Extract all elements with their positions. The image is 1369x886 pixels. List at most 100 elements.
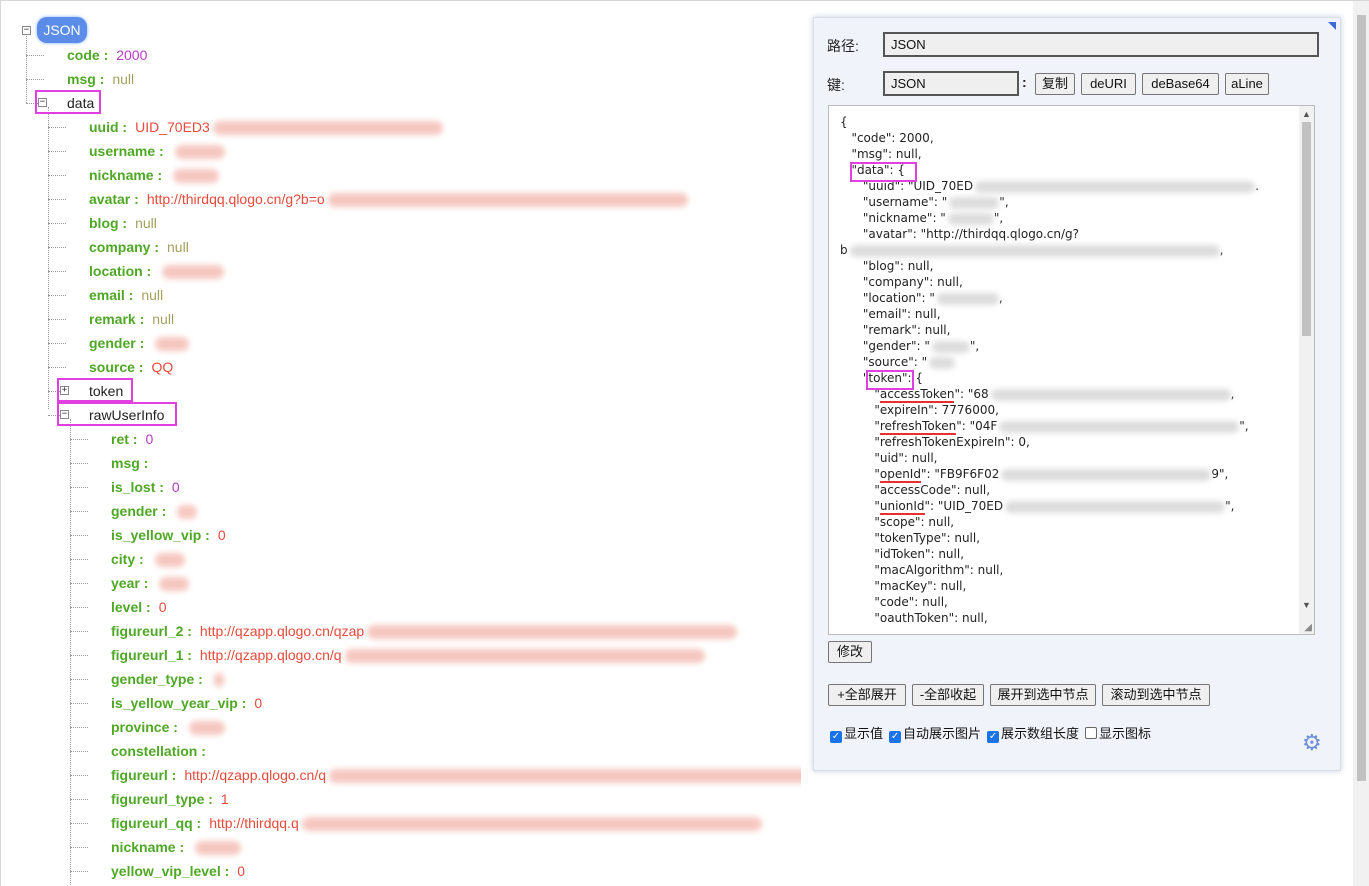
- tree-row[interactable]: is_yellow_year_vip : 0: [111, 692, 262, 714]
- tree-guide-line: [70, 463, 88, 464]
- checkbox-label: 显示图标: [1099, 726, 1152, 741]
- tree-row[interactable]: is_lost : 0: [111, 476, 180, 498]
- redacted-value: [327, 193, 688, 208]
- page-scrollbar[interactable]: [1353, 1, 1369, 886]
- key-field[interactable]: JSON: [883, 71, 1019, 96]
- copy-button[interactable]: 复制: [1035, 73, 1075, 95]
- tree-key: figureurl_2 :: [111, 623, 192, 639]
- tree-guide-line: [48, 319, 66, 320]
- tree-row[interactable]: avatar : http://thirdqq.qlogo.cn/g?b=o: [89, 188, 688, 210]
- tree-row[interactable]: nickname :: [111, 836, 242, 858]
- root-collapse-toggle[interactable]: −: [22, 26, 31, 35]
- tree-row[interactable]: province :: [111, 716, 225, 738]
- tree-row[interactable]: remark : null: [89, 308, 174, 330]
- option-checkbox[interactable]: ✓ 自动展示图片: [889, 726, 981, 743]
- json-source-line: "unionId": "UID_70ED ",: [840, 498, 1259, 515]
- code-fragment: "expireIn": 7776000,: [840, 403, 999, 417]
- tree-key: msg :: [111, 455, 149, 471]
- tree-key: uuid :: [89, 119, 128, 135]
- expand-to-selected-button[interactable]: 展开到选中节点: [990, 684, 1096, 706]
- tree-row[interactable]: company : null: [89, 236, 189, 258]
- expand-all-button[interactable]: +全部展开: [828, 684, 906, 706]
- tree-row[interactable]: figureurl_qq : http://thirdqq.q: [111, 812, 762, 834]
- tree-row[interactable]: level : 0: [111, 596, 167, 618]
- code-fragment: "code": null,: [840, 595, 948, 609]
- resize-handle-icon[interactable]: ◢: [1304, 622, 1312, 633]
- tree-guide-line: [70, 751, 88, 752]
- tree-key: is_yellow_year_vip :: [111, 695, 247, 711]
- scroll-up-arrow-icon[interactable]: ▲: [1302, 109, 1311, 119]
- tree-row[interactable]: is_yellow_vip : 0: [111, 524, 226, 546]
- tree-row[interactable]: gender :: [111, 500, 198, 522]
- tree-value: null: [152, 311, 175, 327]
- tree-row[interactable]: source : QQ: [89, 356, 173, 378]
- tree-row[interactable]: yellow_vip_level : 0: [111, 860, 245, 882]
- tree-key: city :: [111, 551, 144, 567]
- tree-row[interactable]: nickname :: [89, 164, 220, 186]
- tree-row[interactable]: figureurl : http://qzapp.qlogo.cn/q: [111, 764, 801, 786]
- tree-row[interactable]: year :: [111, 572, 190, 594]
- decode-base64-button[interactable]: deBase64: [1142, 73, 1219, 95]
- json-source-line: "avatar": "http://thirdqq.qlogo.cn/g?: [840, 226, 1259, 242]
- collapse-all-button[interactable]: -全部收起: [912, 684, 984, 706]
- text-area-scroll-thumb[interactable]: [1302, 122, 1311, 336]
- option-checkbox[interactable]: ✓ 显示值: [830, 726, 883, 743]
- tree-row[interactable]: email : null: [89, 284, 163, 306]
- tree-row[interactable]: uuid : UID_70ED3: [89, 116, 443, 138]
- json-source-line: "uid": null,: [840, 450, 1259, 466]
- one-line-button[interactable]: aLine: [1225, 73, 1269, 95]
- panel-corner-icon[interactable]: [1328, 22, 1336, 30]
- code-fragment: "company": null,: [840, 275, 963, 289]
- option-checkbox[interactable]: 显示图标: [1085, 726, 1151, 741]
- tree-guide-line: [48, 247, 66, 248]
- tree-row[interactable]: figureurl_1 : http://qzapp.qlogo.cn/q: [111, 644, 705, 666]
- root-node-badge[interactable]: JSON: [37, 17, 87, 43]
- tree-row[interactable]: gender_type :: [111, 668, 224, 690]
- tree-row[interactable]: ret : 0: [111, 428, 153, 450]
- page-scroll-thumb[interactable]: [1357, 15, 1366, 781]
- tree-row[interactable]: figureurl_2 : http://qzapp.qlogo.cn/qzap: [111, 620, 738, 642]
- tree-row[interactable]: gender :: [89, 332, 190, 354]
- modify-button[interactable]: 修改: [828, 641, 872, 663]
- decode-uri-button[interactable]: deURI: [1081, 73, 1136, 95]
- tree-row[interactable]: location :: [89, 260, 225, 282]
- tree-key: nickname :: [111, 839, 185, 855]
- gear-icon[interactable]: ⚙: [1302, 732, 1324, 754]
- tree-value: 1: [220, 791, 229, 807]
- tree-row[interactable]: msg : null: [67, 68, 134, 90]
- text-area-scrollbar[interactable]: ▲ ▼: [1299, 106, 1314, 634]
- json-source-line: "blog": null,: [840, 258, 1259, 274]
- tree-row[interactable]: username :: [89, 140, 225, 162]
- path-field[interactable]: JSON: [883, 32, 1319, 57]
- tree-value: UID_70ED3: [135, 119, 210, 135]
- tree-row[interactable]: city :: [111, 548, 185, 570]
- json-source-line: "gender": " ",: [840, 338, 1259, 354]
- tree-key: remark :: [89, 311, 145, 327]
- tree-row[interactable]: constellation :: [111, 740, 214, 762]
- tree-row[interactable]: code : 2000: [67, 44, 147, 66]
- tree-key: source :: [89, 359, 144, 375]
- checkbox-icon[interactable]: ✓: [987, 731, 1000, 743]
- scroll-to-selected-button[interactable]: 滚动到选中节点: [1102, 684, 1210, 706]
- json-text-area[interactable]: { "code": 2000, "msg": null, "data": { "…: [828, 105, 1315, 635]
- code-fragment: ": [840, 499, 880, 513]
- option-checkbox[interactable]: ✓ 展示数组长度: [987, 726, 1079, 743]
- tree-row[interactable]: figureurl_type : 1: [111, 788, 229, 810]
- checkbox-icon[interactable]: ✓: [889, 731, 902, 743]
- checkbox-icon[interactable]: ✓: [830, 731, 842, 743]
- key-label: 键:: [827, 77, 845, 93]
- checkbox-icon[interactable]: [1085, 727, 1098, 739]
- redacted-value: [154, 553, 185, 568]
- scroll-down-arrow-icon[interactable]: ▼: [1302, 600, 1311, 610]
- code-fragment: unionId: [879, 499, 925, 515]
- tree-guide-line: [48, 127, 66, 128]
- tree-row[interactable]: blog : null: [89, 212, 157, 234]
- code-fragment: ": [840, 467, 880, 481]
- highlight-box: [57, 378, 133, 402]
- redacted-value: [212, 121, 443, 136]
- highlight-box: [35, 90, 101, 114]
- json-viewer-page: − JSON code :2000 msg : null − data uuid : UID…: [0, 0, 1369, 886]
- json-source-line: "company": null,: [840, 274, 1259, 290]
- redacted-value: [173, 169, 220, 184]
- tree-row[interactable]: msg :: [111, 452, 156, 474]
